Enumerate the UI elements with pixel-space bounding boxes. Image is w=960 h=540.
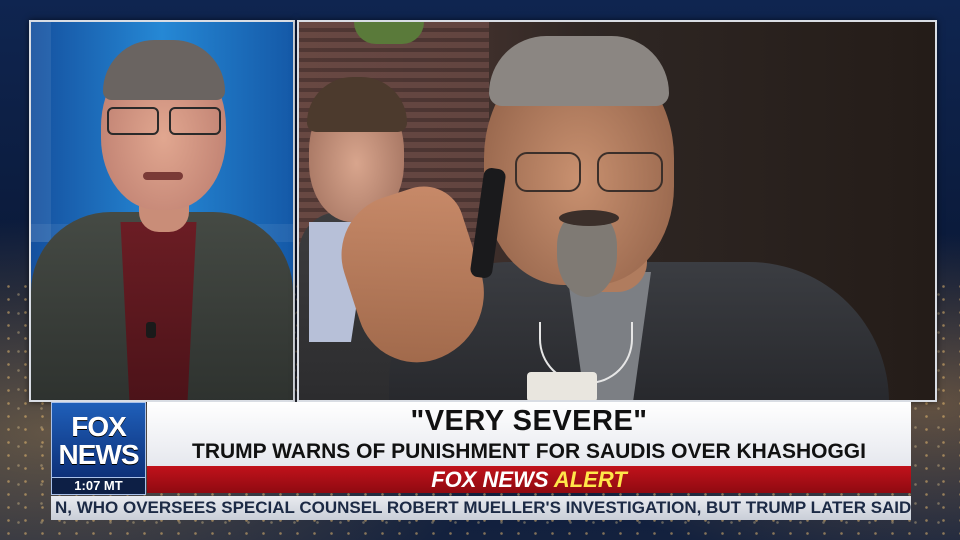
subject-mustache — [559, 210, 619, 226]
subject-hair — [489, 36, 669, 106]
name-badge — [527, 372, 597, 400]
plant-leaf — [354, 22, 424, 44]
subject-glasses — [509, 152, 669, 192]
photo-panel — [297, 20, 937, 402]
headline-box: "VERY SEVERE" TRUMP WARNS OF PUNISHMENT … — [147, 402, 911, 466]
ticker-text: N, WHO OVERSEES SPECIAL COUNSEL ROBERT M… — [55, 498, 911, 517]
news-ticker: N, WHO OVERSEES SPECIAL COUNSEL ROBERT M… — [51, 496, 911, 520]
fox-news-logo: FOX NEWS — [51, 402, 146, 480]
guest-video-panel — [29, 20, 295, 402]
alert-prefix: FOX NEWS — [431, 467, 549, 492]
broadcast-time: 1:07 MT — [51, 477, 146, 495]
lapel-mic — [146, 322, 156, 338]
logo-bottom-text: NEWS — [58, 439, 140, 470]
guest-glasses — [103, 107, 223, 135]
guest-mouth — [143, 172, 183, 180]
headline-quote: "VERY SEVERE" — [410, 405, 648, 437]
subheadline: TRUMP WARNS OF PUNISHMENT FOR SAUDIS OVE… — [192, 440, 866, 463]
logo-top-text: FOX — [71, 411, 127, 442]
fox-news-alert-bar: FOX NEWS ALERT — [147, 466, 911, 493]
alert-word: ALERT — [553, 467, 627, 492]
